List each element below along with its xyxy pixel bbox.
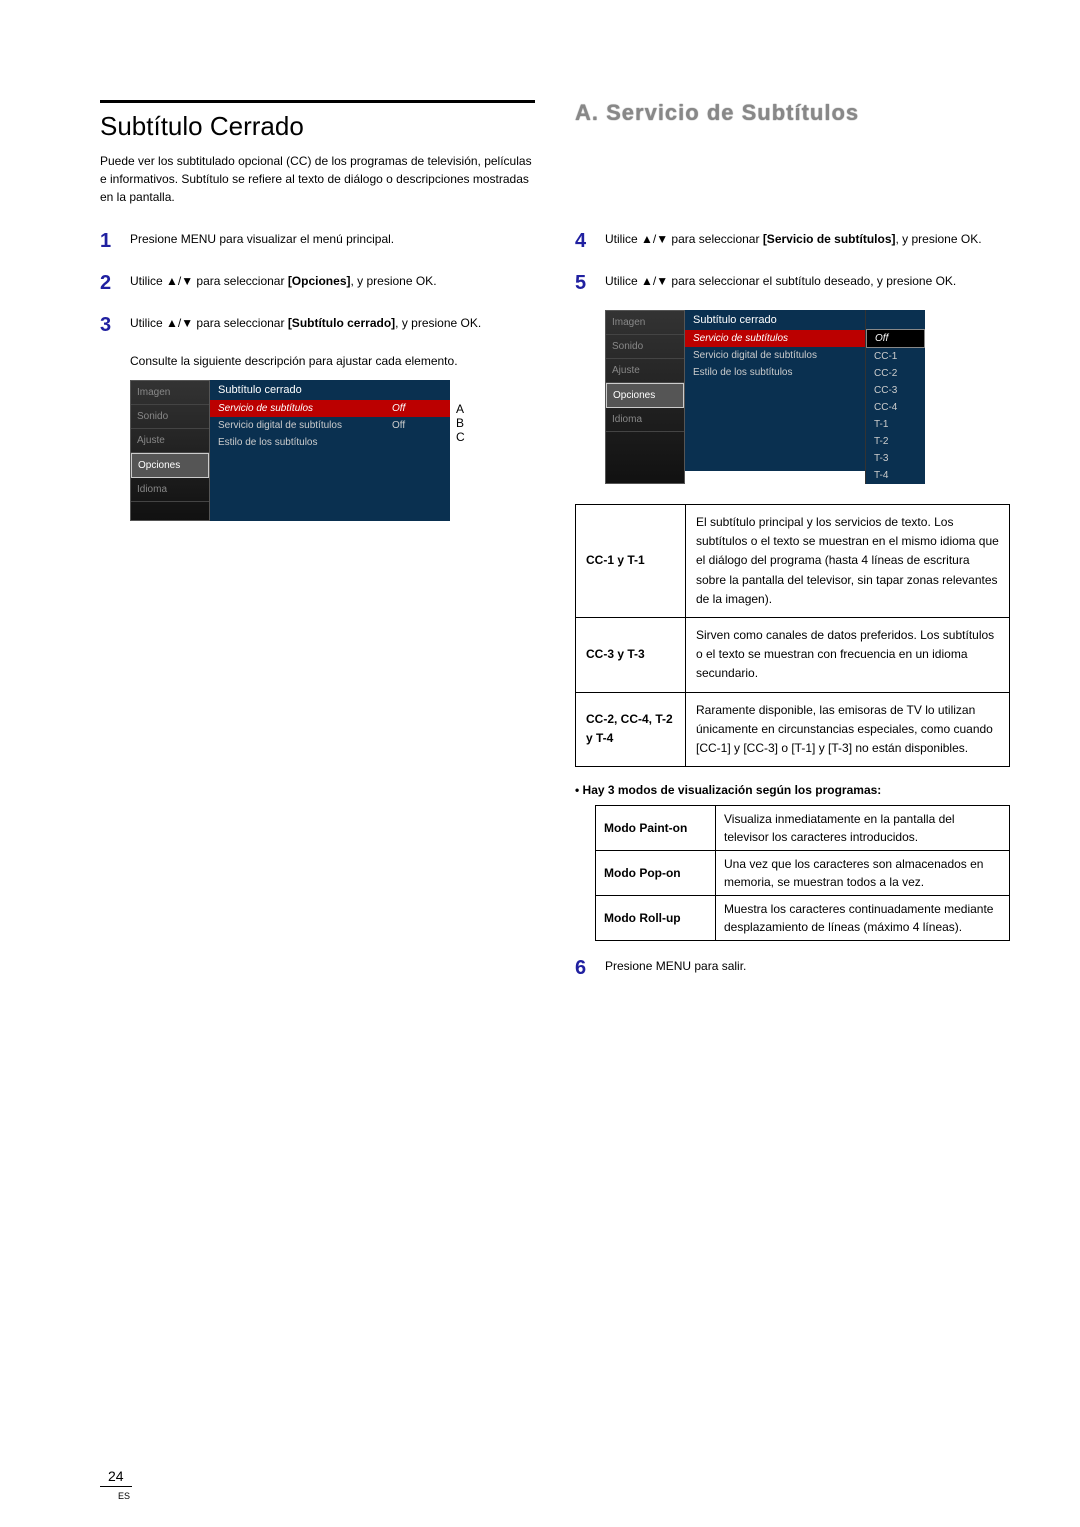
menu-row: Estilo de los subtítulos	[210, 434, 450, 451]
step-number: 1	[100, 226, 130, 256]
table-row: Modo Paint-on Visualiza inmediatamente e…	[596, 806, 1010, 851]
sidebar-item: Ajuste	[131, 429, 209, 453]
cc-table: CC-1 y T-1 El subtítulo principal y los …	[575, 504, 1010, 767]
step-number: 3	[100, 310, 130, 340]
step-3: 3 Utilice ▲/▼ para seleccionar [Subtítul…	[100, 310, 535, 340]
mode-head: Modo Roll-up	[596, 896, 716, 941]
step-text: Utilice ▲/▼ para seleccionar [Subtítulo …	[130, 310, 535, 340]
step-text: Utilice ▲/▼ para seleccionar [Servicio d…	[605, 226, 1010, 256]
mode-head: Modo Paint-on	[596, 806, 716, 851]
table-row: CC-1 y T-1 El subtítulo principal y los …	[576, 505, 1010, 618]
menu-content: Subtítulo cerrado Servicio de subtítulos…	[210, 380, 450, 521]
menu-value: T-2	[866, 433, 925, 450]
mode-body: Visualiza inmediatamente en la pantalla …	[716, 806, 1010, 851]
mode-body: Muestra los caracteres continuadamente m…	[716, 896, 1010, 941]
menu-value: CC-4	[866, 399, 925, 416]
sidebar-item: Imagen	[606, 311, 684, 335]
menu-value: CC-1	[866, 348, 925, 365]
step-number: 2	[100, 268, 130, 298]
page-lang: ES	[118, 1491, 130, 1501]
section-title: Subtítulo Cerrado	[100, 100, 535, 142]
menu-row: Estilo de los subtítulos	[685, 364, 865, 381]
menu-values: Off CC-1 CC-2 CC-3 CC-4 T-1 T-2 T-3 T-4	[865, 310, 925, 484]
table-row: Modo Pop-on Una vez que los caracteres s…	[596, 851, 1010, 896]
step-text: Presione MENU para visualizar el menú pr…	[130, 226, 535, 256]
sidebar-item: Imagen	[131, 381, 209, 405]
menu-value: T-3	[866, 450, 925, 467]
bullet-heading: • Hay 3 modos de visualización según los…	[575, 783, 1010, 797]
mode-body: Una vez que los caracteres son almacenad…	[716, 851, 1010, 896]
step-6: 6 Presione MENU para salir.	[575, 953, 1010, 983]
menu-diagram-right: Imagen Sonido Ajuste Opciones Idioma Sub…	[605, 310, 1010, 484]
menu-row-highlighted: Servicio de subtítulos	[685, 330, 865, 347]
cc-body: El subtítulo principal y los servicios d…	[686, 505, 1010, 618]
menu-value: T-4	[866, 467, 925, 484]
step-1: 1 Presione MENU para visualizar el menú …	[100, 226, 535, 256]
table-row: CC-2, CC-4, T-2 y T-4 Raramente disponib…	[576, 692, 1010, 767]
sidebar-item: Idioma	[131, 478, 209, 502]
menu-row: Servicio digital de subtítulos Off	[210, 417, 450, 434]
menu-row-highlighted: Servicio de subtítulos Off	[210, 400, 450, 417]
menu-value: CC-2	[866, 365, 925, 382]
menu-value: CC-3	[866, 382, 925, 399]
intro-text: Puede ver los subtitulado opcional (CC) …	[100, 152, 535, 206]
cc-body: Raramente disponible, las emisoras de TV…	[686, 692, 1010, 767]
step-3-sub: Consulte la siguiente descripción para a…	[130, 352, 535, 370]
abc-labels: A B C	[450, 380, 465, 521]
menu-diagram-left: Imagen Sonido Ajuste Opciones Idioma Sub…	[130, 380, 535, 521]
sidebar-item: Sonido	[131, 405, 209, 429]
sidebar-item: Ajuste	[606, 359, 684, 383]
cc-head: CC-1 y T-1	[576, 505, 686, 618]
step-number: 6	[575, 953, 605, 983]
step-4: 4 Utilice ▲/▼ para seleccionar [Servicio…	[575, 226, 1010, 256]
menu-sidebar: Imagen Sonido Ajuste Opciones Idioma	[605, 310, 685, 484]
step-text: Utilice ▲/▼ para seleccionar [Opciones],…	[130, 268, 535, 298]
step-text: Utilice ▲/▼ para seleccionar el subtítul…	[605, 268, 1010, 298]
cc-body: Sirven como canales de datos preferidos.…	[686, 617, 1010, 692]
table-row: Modo Roll-up Muestra los caracteres cont…	[596, 896, 1010, 941]
menu-value-highlighted: Off	[866, 329, 925, 348]
menu-sidebar: Imagen Sonido Ajuste Opciones Idioma	[130, 380, 210, 521]
mode-table: Modo Paint-on Visualiza inmediatamente e…	[595, 805, 1010, 941]
menu-header: Subtítulo cerrado	[210, 380, 450, 400]
menu-row: Servicio digital de subtítulos	[685, 347, 865, 364]
page-number: 24	[100, 1468, 132, 1487]
menu-header: Subtítulo cerrado	[685, 310, 865, 330]
step-5: 5 Utilice ▲/▼ para seleccionar el subtít…	[575, 268, 1010, 298]
sidebar-item-active: Opciones	[606, 383, 684, 408]
cc-head: CC-3 y T-3	[576, 617, 686, 692]
sidebar-item: Idioma	[606, 408, 684, 432]
cc-head: CC-2, CC-4, T-2 y T-4	[576, 692, 686, 767]
mode-head: Modo Pop-on	[596, 851, 716, 896]
menu-content: Subtítulo cerrado Servicio de subtítulos…	[685, 310, 865, 484]
subsection-heading: A. Servicio de Subtítulos	[575, 100, 1010, 126]
table-row: CC-3 y T-3 Sirven como canales de datos …	[576, 617, 1010, 692]
sidebar-item: Sonido	[606, 335, 684, 359]
step-text: Presione MENU para salir.	[605, 953, 1010, 983]
sidebar-item-active: Opciones	[131, 453, 209, 478]
step-2: 2 Utilice ▲/▼ para seleccionar [Opciones…	[100, 268, 535, 298]
step-number: 5	[575, 268, 605, 298]
step-number: 4	[575, 226, 605, 256]
menu-value: T-1	[866, 416, 925, 433]
